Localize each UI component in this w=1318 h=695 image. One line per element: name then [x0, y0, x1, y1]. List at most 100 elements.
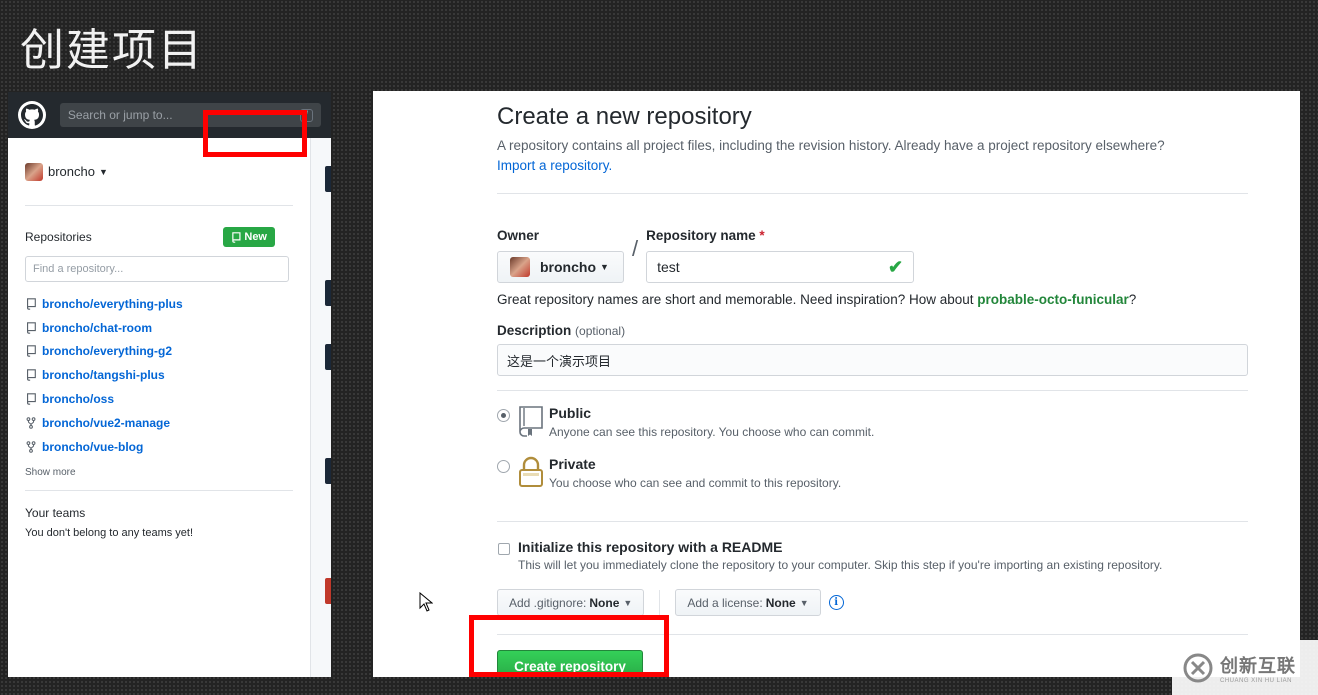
- public-description: Anyone can see this repository. You choo…: [549, 425, 875, 439]
- account-username: broncho: [48, 164, 95, 179]
- repo-link[interactable]: broncho/everything-plus: [42, 297, 183, 311]
- owner-value: broncho: [540, 259, 596, 275]
- divider: [659, 589, 661, 616]
- description-input[interactable]: 这是一个演示项目: [497, 344, 1248, 376]
- watermark-sub: CHUANG XIN HU LIAN: [1220, 677, 1293, 684]
- gitignore-select[interactable]: Add .gitignore: None ▼: [497, 589, 645, 616]
- repository-name-input[interactable]: test ✔: [646, 251, 915, 283]
- dashboard-sidebar: broncho ▼ Repositories New Find a reposi…: [8, 138, 311, 677]
- feed-thumb: [325, 344, 331, 370]
- owner-label: Owner: [497, 228, 540, 243]
- init-readme-checkbox[interactable]: [498, 543, 510, 555]
- owner-name-row: Owner broncho ▼ / Repository name * test…: [497, 228, 1249, 283]
- mouse-cursor-icon: [419, 592, 433, 612]
- description-optional: (optional): [575, 324, 626, 338]
- page-title: Create a new repository: [497, 103, 752, 130]
- hint-text: Great repository names are short and mem…: [497, 292, 978, 307]
- watermark-text: 创新互联 CHUANG XIN HU LIAN: [1220, 652, 1296, 684]
- repositories-header: Repositories New: [25, 226, 293, 248]
- owner-group: Owner broncho ▼: [497, 228, 624, 283]
- gitignore-value: None: [589, 595, 620, 610]
- divider: [497, 521, 1248, 522]
- caret-down-icon: ▼: [799, 597, 809, 608]
- avatar: [510, 257, 530, 277]
- init-readme-description: This will let you immediately clone the …: [518, 558, 1163, 572]
- check-icon: ✔: [888, 256, 904, 277]
- repo-icon: [27, 369, 36, 381]
- required-marker: *: [759, 228, 765, 243]
- teams-heading: Your teams: [25, 505, 86, 520]
- info-icon[interactable]: i: [828, 595, 844, 610]
- owner-select[interactable]: broncho ▼: [497, 251, 624, 283]
- list-item[interactable]: broncho/vue-blog: [25, 435, 293, 459]
- public-radio[interactable]: [497, 409, 510, 422]
- caret-down-icon: ▼: [98, 166, 108, 177]
- description-label: Description (optional): [497, 323, 1249, 338]
- repo-icon: [232, 231, 241, 243]
- feed-thumb: [325, 280, 331, 306]
- lock-icon: [519, 456, 543, 487]
- list-item[interactable]: broncho/vue2-manage: [25, 411, 293, 435]
- search-input[interactable]: Search or jump to... /: [59, 103, 321, 127]
- suggested-name-link[interactable]: probable-octo-funicular: [977, 292, 1129, 307]
- description-value: 这是一个演示项目: [507, 353, 612, 369]
- repo-link[interactable]: broncho/everything-g2: [42, 344, 172, 358]
- list-item[interactable]: broncho/tangshi-plus: [25, 363, 293, 387]
- template-selects: Add .gitignore: None ▼ Add a license: No…: [497, 589, 1249, 616]
- repository-name-label-text: Repository name: [646, 228, 756, 243]
- repo-icon: [27, 298, 36, 310]
- divider: [497, 390, 1248, 391]
- find-repository-input[interactable]: Find a repository...: [25, 256, 289, 282]
- private-radio[interactable]: [497, 460, 510, 473]
- subtitle-text: A repository contains all project files,…: [497, 138, 1165, 153]
- repo-link[interactable]: broncho/chat-room: [42, 321, 152, 335]
- create-repository-form: Create a new repository A repository con…: [497, 91, 1249, 677]
- page-subtitle: A repository contains all project files,…: [497, 136, 1249, 176]
- feed-thumb: [325, 578, 331, 604]
- repositories-label: Repositories: [25, 230, 92, 244]
- github-header: Search or jump to... /: [8, 92, 331, 138]
- list-item[interactable]: broncho/everything-plus: [25, 292, 293, 316]
- list-item[interactable]: broncho/everything-g2: [25, 340, 293, 364]
- license-label: Add a license:: [687, 595, 763, 610]
- repo-link[interactable]: broncho/vue2-manage: [42, 416, 170, 430]
- avatar: [25, 162, 43, 181]
- init-readme-option[interactable]: Initialize this repository with a README…: [497, 539, 1249, 585]
- dashboard-body: broncho ▼ Repositories New Find a reposi…: [8, 138, 331, 677]
- list-item[interactable]: broncho/chat-room: [25, 316, 293, 340]
- gitignore-label: Add .gitignore:: [509, 595, 587, 610]
- repo-link[interactable]: broncho/vue-blog: [42, 440, 143, 454]
- fork-icon: [26, 440, 36, 453]
- list-item[interactable]: broncho/oss: [25, 387, 293, 411]
- private-title: Private: [549, 456, 596, 472]
- import-repository-link[interactable]: Import a repository.: [497, 158, 612, 173]
- public-title: Public: [549, 405, 592, 421]
- search-placeholder: Search or jump to...: [67, 108, 173, 122]
- visibility-private-option[interactable]: Private You choose who can see and commi…: [497, 456, 1249, 507]
- name-hint: Great repository names are short and mem…: [497, 292, 1249, 307]
- github-dashboard-panel: Search or jump to... / broncho ▼ Reposit…: [8, 92, 331, 677]
- feed-thumb: [325, 166, 331, 192]
- repository-name-label: Repository name *: [646, 228, 914, 246]
- show-more-link[interactable]: Show more: [25, 467, 293, 491]
- feed-thumb: [325, 458, 331, 484]
- brand-logo-icon: [1183, 653, 1213, 682]
- divider: [497, 634, 1248, 635]
- repository-name-group: Repository name * test ✔: [646, 228, 915, 283]
- repo-link[interactable]: broncho/tangshi-plus: [42, 368, 165, 382]
- license-select[interactable]: Add a license: None ▼: [675, 589, 821, 616]
- hint-suffix: ?: [1128, 292, 1137, 307]
- slide-title: 创建项目: [20, 25, 204, 76]
- github-logo-icon[interactable]: [18, 101, 46, 129]
- repo-icon: [27, 321, 36, 334]
- repo-link[interactable]: broncho/oss: [42, 392, 114, 406]
- create-repository-button[interactable]: Create repository: [497, 650, 643, 677]
- account-switcher[interactable]: broncho ▼: [25, 138, 293, 206]
- repo-icon: [27, 393, 36, 405]
- caret-down-icon: ▼: [600, 262, 609, 272]
- fork-icon: [26, 417, 36, 429]
- caret-down-icon: ▼: [623, 597, 633, 608]
- visibility-public-option[interactable]: Public Anyone can see this repository. Y…: [497, 405, 1249, 456]
- repo-icon: [519, 406, 543, 437]
- new-repository-button[interactable]: New: [223, 227, 275, 247]
